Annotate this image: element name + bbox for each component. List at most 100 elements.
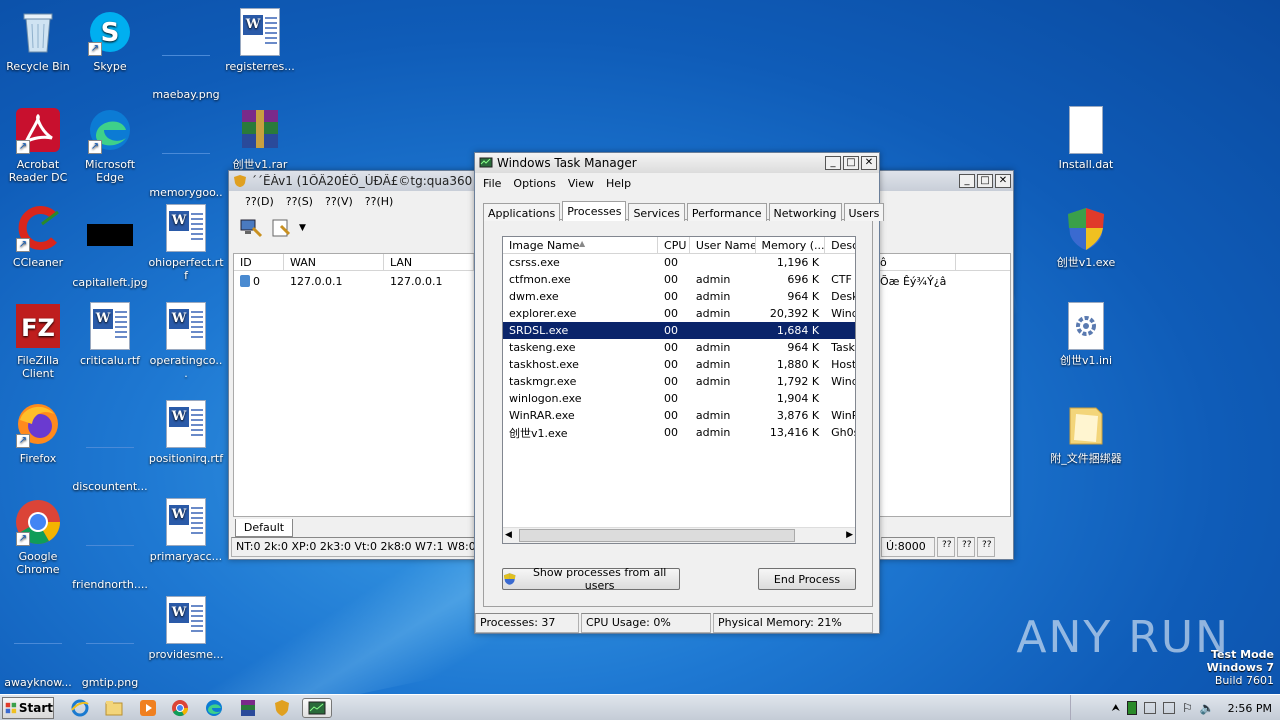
menu-view[interactable]: View [564, 177, 602, 190]
maximize-button[interactable]: □ [977, 174, 993, 188]
image-file-icon[interactable]: capitalleft.jpg [72, 204, 148, 289]
black-thumbnail [87, 224, 133, 246]
battery-icon[interactable] [1126, 701, 1137, 715]
action-center-flag-icon[interactable]: ⚐ [1182, 701, 1193, 715]
table-row[interactable]: taskeng.exe 00 admin 964 K Task [503, 339, 855, 356]
table-row[interactable]: WinRAR.exe 00 admin 3,876 K WinR [503, 407, 855, 424]
horizontal-scrollbar[interactable]: ◀ ▶ [503, 527, 855, 543]
table-row[interactable]: ctfmon.exe 00 admin 696 K CTF I [503, 271, 855, 288]
menu-help[interactable]: Help [602, 177, 639, 190]
menu-item[interactable]: ??(D) [241, 195, 282, 208]
winrar-icon[interactable] [238, 698, 258, 718]
word-doc-icon[interactable]: W criticalu.rtf [72, 302, 148, 367]
column-header-fragment[interactable]: ô [874, 254, 956, 270]
acrobat-reader-icon[interactable]: ↗ Acrobat Reader DC [0, 106, 76, 184]
chrome-icon[interactable] [170, 698, 190, 718]
minimize-button[interactable]: _ [959, 174, 975, 188]
column-user-name[interactable]: User Name [690, 237, 756, 253]
scroll-thumb[interactable] [519, 529, 795, 542]
row-id: 0 [253, 274, 260, 288]
end-process-button[interactable]: End Process [758, 568, 856, 590]
task-manager-titlebar[interactable]: Windows Task Manager _ □ ✕ [475, 153, 879, 173]
screen-icon[interactable] [1162, 702, 1175, 714]
word-doc-icon[interactable]: W primaryacc... [148, 498, 224, 563]
show-all-processes-button[interactable]: Show processes from all users [502, 566, 680, 592]
table-row[interactable]: SRDSL.exe 00 1,684 K [503, 322, 855, 339]
firefox-icon[interactable]: ↗ Firefox [0, 400, 76, 465]
maximize-button[interactable]: □ [843, 156, 859, 170]
tab-networking[interactable]: Networking [768, 203, 842, 221]
ie-icon[interactable] [70, 698, 90, 718]
file-icon[interactable]: memorygoo... [148, 106, 224, 212]
menu-item[interactable]: ??(V) [321, 195, 361, 208]
table-row[interactable]: taskhost.exe 00 admin 1,880 K Host [503, 356, 855, 373]
scroll-right-icon[interactable]: ▶ [846, 530, 853, 540]
process-list[interactable]: Image Name ▲ CPU User Name Memory (... De… [502, 236, 856, 544]
menu-file[interactable]: File [479, 177, 509, 190]
shield-icon[interactable]: 创世v1.exe [1048, 204, 1124, 269]
start-button[interactable]: Start [2, 697, 54, 719]
tab-services[interactable]: Services [628, 203, 685, 221]
task-manager-taskbar-button[interactable] [302, 698, 332, 718]
column-cpu[interactable]: CPU [658, 237, 690, 253]
word-doc-icon[interactable]: W ohioperfect.rtf [148, 204, 224, 282]
dat-file-icon[interactable]: Install.dat [1048, 106, 1124, 171]
ccleaner-icon[interactable]: ↗ CCleaner [0, 204, 76, 269]
file-icon[interactable]: gmtip.png [72, 596, 148, 689]
folder-icon[interactable]: 附_文件捆绑器 [1048, 400, 1124, 465]
computer-tools-icon[interactable] [239, 216, 263, 240]
word-doc-icon[interactable]: W registerres... [222, 8, 298, 73]
close-button[interactable]: ✕ [995, 174, 1011, 188]
column-header-wan[interactable]: WAN [284, 254, 384, 270]
column-header-id[interactable]: ID [234, 254, 284, 270]
filezilla-icon[interactable]: FZ FileZilla Client [0, 302, 76, 380]
media-player-icon[interactable] [138, 698, 158, 718]
word-doc-icon[interactable]: W positionirq.rtf [148, 400, 224, 465]
network-icon[interactable] [1143, 702, 1156, 714]
process-memory: 1,684 K [776, 324, 820, 337]
menu-options[interactable]: Options [509, 177, 563, 190]
word-doc-icon[interactable]: W providesme... [148, 596, 224, 661]
clock[interactable]: 2:56 PM [1228, 702, 1272, 715]
table-row[interactable]: explorer.exe 00 admin 20,392 K Wind [503, 305, 855, 322]
tab-applications[interactable]: Applications [483, 203, 561, 221]
edge-icon[interactable] [204, 698, 224, 718]
microsoft-edge-icon[interactable]: ↗ Microsoft Edge [72, 106, 148, 184]
shield-app-icon[interactable] [272, 698, 292, 718]
tray-expand-icon[interactable]: ⮝ [1111, 703, 1120, 714]
file-icon[interactable]: friendnorth.... [72, 498, 148, 591]
table-row[interactable]: csrss.exe 00 1,196 K [503, 254, 855, 271]
minimize-button[interactable]: _ [825, 156, 841, 170]
table-row[interactable]: taskmgr.exe 00 admin 1,792 K Wind [503, 373, 855, 390]
task-manager-window[interactable]: Windows Task Manager _ □ ✕ File Options … [474, 152, 885, 634]
explorer-icon[interactable] [104, 698, 124, 718]
column-description[interactable]: Desc [825, 237, 855, 253]
settings-tool-icon[interactable] [269, 216, 293, 240]
menu-item[interactable]: ??(H) [361, 195, 402, 208]
tab-users[interactable]: Users [843, 203, 885, 221]
table-row[interactable]: winlogon.exe 00 1,904 K [503, 390, 855, 407]
tab-performance[interactable]: Performance [686, 203, 767, 221]
ini-file-icon[interactable]: 创世v1.ini [1048, 302, 1124, 367]
recycle-bin-icon[interactable]: Recycle Bin [0, 8, 76, 73]
tab-processes[interactable]: Processes [562, 201, 627, 221]
scroll-left-icon[interactable]: ◀ [505, 530, 512, 540]
process-cpu: 00 [664, 392, 679, 405]
column-memory[interactable]: Memory (... [756, 237, 826, 253]
winrar-archive-icon[interactable]: 创世v1.rar [222, 106, 298, 171]
table-row[interactable]: 创世v1.exe 00 admin 13,416 K Gh0s [503, 424, 855, 441]
column-image-name[interactable]: Image Name ▲ [503, 237, 659, 253]
google-chrome-icon[interactable]: ↗ Google Chrome [0, 498, 76, 576]
menu-item[interactable]: ??(S) [282, 195, 321, 208]
tab-default[interactable]: Default [235, 519, 293, 537]
chevron-down-icon[interactable]: ▼ [299, 223, 306, 233]
skype-icon[interactable]: S ↗ Skype [72, 8, 148, 73]
file-icon[interactable]: discountent... [72, 400, 148, 493]
table-row[interactable]: dwm.exe 00 admin 964 K Desk [503, 288, 855, 305]
close-button[interactable]: ✕ [861, 156, 877, 170]
file-icon[interactable]: maebay.png [148, 8, 224, 101]
file-icon[interactable]: awayknow... [0, 596, 76, 689]
volume-icon[interactable]: 🔈 [1200, 701, 1215, 715]
word-doc-icon[interactable]: W operatingco... [148, 302, 224, 380]
column-header-lan[interactable]: LAN [384, 254, 474, 270]
